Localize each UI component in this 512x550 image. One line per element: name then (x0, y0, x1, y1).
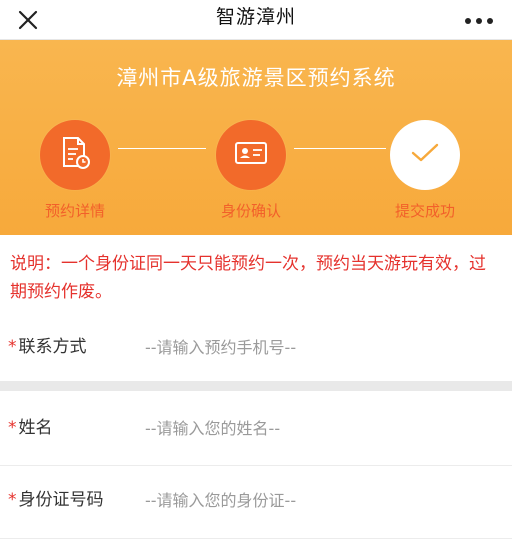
required-mark: * (8, 418, 17, 438)
id-number-label-text: 身份证号码 (18, 490, 104, 510)
banner-title: 漳州市A级旅游景区预约系统 (116, 66, 396, 90)
booking-steps-banner: 漳州市A级旅游景区预约系统 预约详情 身份确认 提交成功 (0, 40, 512, 235)
row-divider (0, 465, 512, 466)
required-mark: * (8, 490, 17, 510)
step-connector (118, 148, 206, 149)
step-label: 提交成功 (394, 202, 455, 220)
name-label: * 姓名 (8, 397, 53, 459)
phone-input[interactable] (145, 330, 495, 364)
step-label: 身份确认 (220, 202, 281, 220)
step-circle (40, 120, 110, 190)
top-navbar: 智游漳州 (0, 0, 512, 40)
form-row-id-number: * 身份证号码 (0, 469, 512, 531)
phone-label: * 联系方式 (8, 316, 87, 378)
step-connector (294, 148, 386, 149)
checkmark-icon (409, 141, 441, 169)
id-number-input[interactable] (145, 483, 495, 517)
section-divider (0, 381, 512, 391)
step-booking-details: 预约详情 (30, 120, 120, 221)
step-submit-success: 提交成功 (380, 120, 470, 221)
document-clock-icon (58, 135, 92, 175)
page-title: 智游漳州 (215, 6, 296, 28)
required-mark: * (8, 337, 17, 357)
step-circle (216, 120, 286, 190)
phone-label-text: 联系方式 (18, 337, 87, 357)
name-label-text: 姓名 (18, 418, 53, 438)
form-row-name: * 姓名 (0, 397, 512, 459)
id-card-icon (233, 139, 269, 171)
name-input[interactable] (145, 411, 495, 445)
notice-text: 说明：一个身份证同一天只能预约一次，预约当天游玩有效，过期预约作废。 (10, 254, 486, 302)
more-icon[interactable] (464, 10, 494, 24)
row-divider (0, 538, 512, 539)
step-identity-confirm: 身份确认 (206, 120, 296, 221)
id-number-label: * 身份证号码 (8, 469, 104, 531)
step-circle (390, 120, 460, 190)
form-row-phone: * 联系方式 (0, 316, 512, 378)
step-label: 预约详情 (44, 202, 105, 220)
